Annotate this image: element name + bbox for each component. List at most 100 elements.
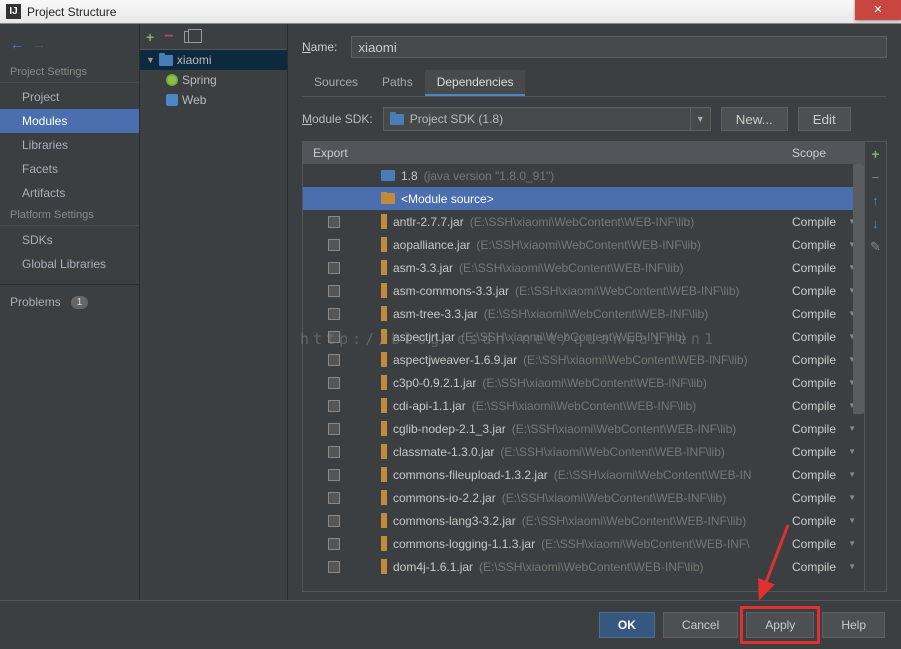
export-checkbox[interactable] bbox=[328, 515, 340, 527]
scope-select[interactable]: Compile▼ bbox=[792, 307, 860, 321]
scope-select[interactable]: Compile▼ bbox=[792, 491, 860, 505]
sidebar-item-project[interactable]: Project bbox=[0, 85, 139, 109]
export-checkbox[interactable] bbox=[328, 285, 340, 297]
sidebar-item-facets[interactable]: Facets bbox=[0, 157, 139, 181]
dep-row-sdk[interactable]: 1.8 (java version "1.8.0_91") bbox=[303, 164, 864, 187]
sdk-edit-button[interactable]: Edit bbox=[798, 107, 851, 131]
col-export[interactable]: Export bbox=[303, 146, 363, 160]
export-checkbox[interactable] bbox=[328, 239, 340, 251]
jar-name: asm-commons-3.3.jar bbox=[393, 284, 509, 298]
edit-dep-icon[interactable]: ✎ bbox=[870, 239, 881, 255]
dep-row-module-source[interactable]: <Module source> bbox=[303, 187, 864, 210]
dep-row-jar[interactable]: commons-fileupload-1.3.2.jar (E:\SSH\xia… bbox=[303, 463, 864, 486]
sidebar-item-problems[interactable]: Problems 1 bbox=[0, 284, 139, 319]
help-button[interactable]: Help bbox=[822, 612, 885, 638]
export-checkbox[interactable] bbox=[328, 561, 340, 573]
copy-module-icon[interactable] bbox=[184, 31, 196, 43]
scope-select[interactable]: Compile▼ bbox=[792, 560, 860, 574]
tab-dependencies[interactable]: Dependencies bbox=[425, 70, 526, 96]
dep-row-jar[interactable]: aopalliance.jar (E:\SSH\xiaomi\WebConten… bbox=[303, 233, 864, 256]
module-source-label: <Module source> bbox=[401, 192, 494, 206]
scope-select[interactable]: Compile▼ bbox=[792, 353, 860, 367]
jar-name: cdi-api-1.1.jar bbox=[393, 399, 466, 413]
add-dep-icon[interactable]: + bbox=[871, 146, 879, 162]
dep-row-jar[interactable]: classmate-1.3.0.jar (E:\SSH\xiaomi\WebCo… bbox=[303, 440, 864, 463]
scope-select[interactable]: Compile▼ bbox=[792, 399, 860, 413]
export-checkbox[interactable] bbox=[328, 469, 340, 481]
scope-select[interactable]: Compile▼ bbox=[792, 238, 860, 252]
jar-icon bbox=[381, 352, 387, 367]
dep-row-jar[interactable]: commons-lang3-3.2.jar (E:\SSH\xiaomi\Web… bbox=[303, 509, 864, 532]
sidebar-item-global-libraries[interactable]: Global Libraries bbox=[0, 252, 139, 276]
module-name-input[interactable] bbox=[351, 36, 887, 58]
jar-name: aspectjrt.jar bbox=[393, 330, 455, 344]
expand-icon[interactable]: ▼ bbox=[146, 55, 155, 65]
dep-row-jar[interactable]: antlr-2.7.7.jar (E:\SSH\xiaomi\WebConten… bbox=[303, 210, 864, 233]
jar-icon bbox=[381, 398, 387, 413]
scope-select[interactable]: Compile▼ bbox=[792, 445, 860, 459]
export-checkbox[interactable] bbox=[328, 377, 340, 389]
scope-select[interactable]: Compile▼ bbox=[792, 468, 860, 482]
jar-path: (E:\SSH\xiaomi\WebContent\WEB-INF\lib) bbox=[515, 284, 740, 298]
dep-row-jar[interactable]: aspectjweaver-1.6.9.jar (E:\SSH\xiaomi\W… bbox=[303, 348, 864, 371]
add-module-icon[interactable]: + bbox=[146, 29, 154, 45]
dep-row-jar[interactable]: asm-3.3.jar (E:\SSH\xiaomi\WebContent\WE… bbox=[303, 256, 864, 279]
sidebar-item-sdks[interactable]: SDKs bbox=[0, 228, 139, 252]
export-checkbox[interactable] bbox=[328, 400, 340, 412]
remove-dep-icon[interactable]: − bbox=[872, 170, 880, 185]
sdk-new-button[interactable]: New... bbox=[721, 107, 788, 131]
cancel-button[interactable]: Cancel bbox=[663, 612, 738, 638]
tree-item-web[interactable]: Web bbox=[140, 90, 287, 110]
forward-icon[interactable]: → bbox=[32, 36, 46, 52]
section-project-settings: Project Settings bbox=[0, 62, 139, 83]
dep-row-jar[interactable]: asm-tree-3.3.jar (E:\SSH\xiaomi\WebConte… bbox=[303, 302, 864, 325]
scope-select[interactable]: Compile▼ bbox=[792, 422, 860, 436]
ok-button[interactable]: OK bbox=[599, 612, 655, 638]
jar-name: c3p0-0.9.2.1.jar bbox=[393, 376, 476, 390]
dep-row-jar[interactable]: commons-io-2.2.jar (E:\SSH\xiaomi\WebCon… bbox=[303, 486, 864, 509]
export-checkbox[interactable] bbox=[328, 216, 340, 228]
dep-row-jar[interactable]: aspectjrt.jar (E:\SSH\xiaomi\WebContent\… bbox=[303, 325, 864, 348]
export-checkbox[interactable] bbox=[328, 331, 340, 343]
scope-select[interactable]: Compile▼ bbox=[792, 537, 860, 551]
export-checkbox[interactable] bbox=[328, 354, 340, 366]
export-checkbox[interactable] bbox=[328, 492, 340, 504]
tab-paths[interactable]: Paths bbox=[370, 70, 425, 96]
close-button[interactable] bbox=[855, 0, 901, 20]
scope-select[interactable]: Compile▼ bbox=[792, 330, 860, 344]
apply-button[interactable]: Apply bbox=[746, 612, 814, 638]
col-scope[interactable]: Scope bbox=[792, 146, 864, 160]
scrollbar[interactable] bbox=[853, 164, 864, 414]
export-checkbox[interactable] bbox=[328, 262, 340, 274]
scope-select[interactable]: Compile▼ bbox=[792, 376, 860, 390]
tree-root-module[interactable]: ▼ xiaomi bbox=[140, 50, 287, 70]
module-sdk-select[interactable]: Project SDK (1.8) ▼ bbox=[383, 107, 711, 131]
scope-select[interactable]: Compile▼ bbox=[792, 284, 860, 298]
dep-row-jar[interactable]: c3p0-0.9.2.1.jar (E:\SSH\xiaomi\WebConte… bbox=[303, 371, 864, 394]
export-checkbox[interactable] bbox=[328, 423, 340, 435]
scope-select[interactable]: Compile▼ bbox=[792, 215, 860, 229]
move-up-icon[interactable]: ↑ bbox=[872, 193, 879, 208]
tree-item-spring[interactable]: Spring bbox=[140, 70, 287, 90]
move-down-icon[interactable]: ↓ bbox=[872, 216, 879, 231]
export-checkbox[interactable] bbox=[328, 308, 340, 320]
scope-select[interactable]: Compile▼ bbox=[792, 261, 860, 275]
tab-sources[interactable]: Sources bbox=[302, 70, 370, 96]
dep-row-jar[interactable]: asm-commons-3.3.jar (E:\SSH\xiaomi\WebCo… bbox=[303, 279, 864, 302]
scope-select[interactable]: Compile▼ bbox=[792, 514, 860, 528]
dep-row-jar[interactable]: cdi-api-1.1.jar (E:\SSH\xiaomi\WebConten… bbox=[303, 394, 864, 417]
dependencies-table: Export Scope 1.8 (java version "1.8.0_91… bbox=[303, 142, 864, 591]
sidebar-item-artifacts[interactable]: Artifacts bbox=[0, 181, 139, 205]
export-checkbox[interactable] bbox=[328, 538, 340, 550]
back-icon[interactable]: ← bbox=[10, 36, 24, 52]
jar-path: (E:\SSH\xiaomi\WebContent\WEB-IN bbox=[554, 468, 752, 482]
jar-path: (E:\SSH\xiaomi\WebContent\WEB-INF\lib) bbox=[502, 491, 727, 505]
tree-root-label: xiaomi bbox=[177, 53, 212, 67]
sidebar-item-modules[interactable]: Modules bbox=[0, 109, 139, 133]
export-checkbox[interactable] bbox=[328, 446, 340, 458]
sidebar-item-libraries[interactable]: Libraries bbox=[0, 133, 139, 157]
dep-row-jar[interactable]: commons-logging-1.1.3.jar (E:\SSH\xiaomi… bbox=[303, 532, 864, 555]
remove-module-icon[interactable]: − bbox=[164, 28, 173, 46]
dep-row-jar[interactable]: dom4j-1.6.1.jar (E:\SSH\xiaomi\WebConten… bbox=[303, 555, 864, 578]
dep-row-jar[interactable]: cglib-nodep-2.1_3.jar (E:\SSH\xiaomi\Web… bbox=[303, 417, 864, 440]
